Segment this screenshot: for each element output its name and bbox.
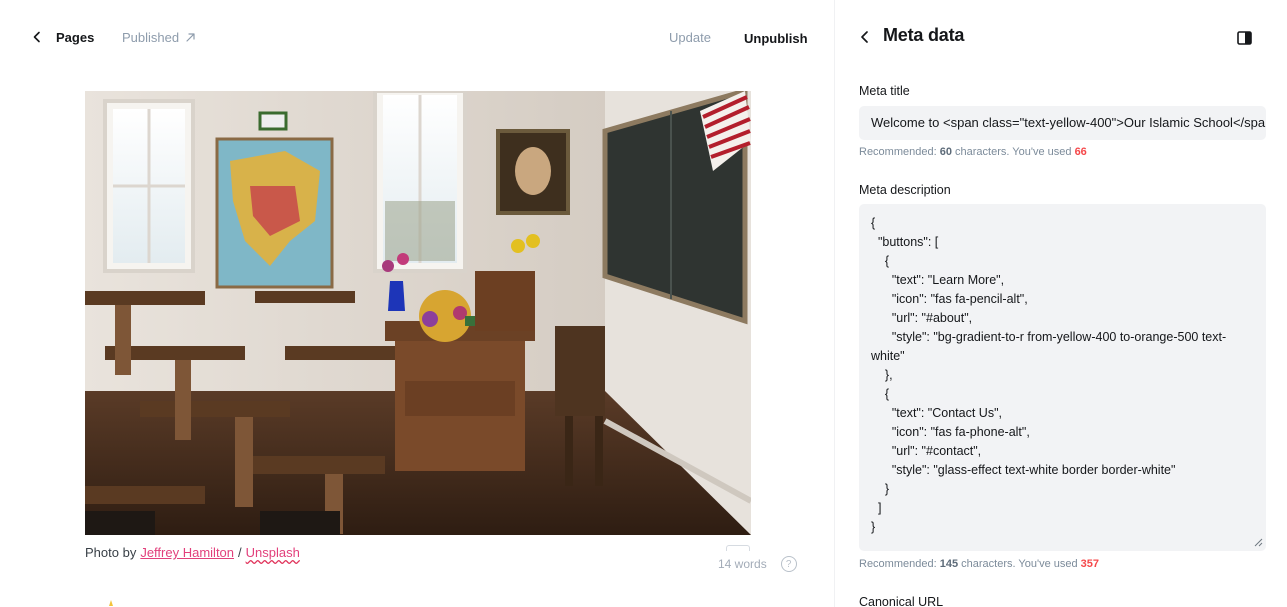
panel-title: Meta data — [883, 25, 965, 45]
editor-topbar: Pages Published Update Unpublish — [0, 0, 834, 74]
post-editor: Pages Published Update Unpublish Photo b… — [0, 0, 834, 607]
used-count: 357 — [1080, 558, 1100, 570]
meta-title-input[interactable]: Welcome to <span class="text-yellow-400"… — [859, 106, 1266, 140]
feature-image[interactable] — [85, 91, 751, 535]
caption-prefix: Photo by — [85, 545, 137, 560]
caption-separator: / — [238, 545, 242, 560]
emoji-peek-icon — [109, 600, 113, 606]
hint-prefix: Recommended: — [859, 558, 937, 570]
card-width-handle[interactable] — [726, 545, 750, 551]
meta-description-hint: Recommended: 145 characters. You've used… — [859, 558, 1099, 570]
meta-title-hint: Recommended: 60 characters. You've used … — [859, 146, 1087, 158]
back-to-pages-label: Pages — [56, 29, 95, 45]
recommended-count: 60 — [939, 146, 952, 158]
hint-middle: characters. You've used — [961, 558, 1078, 570]
recommended-count: 145 — [939, 558, 959, 570]
meta-description-textarea[interactable]: { "buttons": [ { "text": "Learn More", "… — [859, 204, 1266, 551]
hint-prefix: Recommended: — [859, 146, 937, 158]
image-caption[interactable]: Photo by Jeffrey Hamilton / Unsplash — [85, 545, 300, 560]
published-status-label: Published — [122, 29, 180, 45]
update-button[interactable]: Update — [660, 26, 720, 48]
back-to-pages-button[interactable]: Pages — [30, 26, 94, 48]
question-circle-icon[interactable]: ? — [780, 556, 797, 572]
meta-description-label: Meta description — [859, 183, 951, 197]
chevron-left-icon — [33, 31, 40, 43]
published-status-link[interactable]: Published — [122, 26, 196, 48]
classroom-photo — [85, 91, 751, 535]
used-count: 66 — [1074, 146, 1087, 158]
chevron-left-icon[interactable] — [857, 29, 873, 45]
word-count: 14 words ? — [718, 556, 797, 572]
meta-data-panel: Meta data Meta title Welcome to <span cl… — [834, 0, 1287, 607]
caption-author-link[interactable]: Jeffrey Hamilton — [140, 545, 234, 560]
arrow-up-right-icon — [186, 32, 195, 42]
meta-title-label: Meta title — [859, 84, 910, 98]
caption-source-link[interactable]: Unsplash — [246, 545, 300, 560]
resize-grip-icon[interactable] — [1254, 538, 1263, 547]
unpublish-button[interactable]: Unpublish — [736, 27, 816, 49]
panel-header: Meta data — [835, 0, 1287, 74]
canonical-url-label: Canonical URL — [859, 595, 944, 607]
word-count-label: 14 words — [718, 557, 767, 571]
sidebar-toggle-icon[interactable] — [1237, 31, 1252, 45]
hint-middle: characters. You've used — [955, 146, 1072, 158]
